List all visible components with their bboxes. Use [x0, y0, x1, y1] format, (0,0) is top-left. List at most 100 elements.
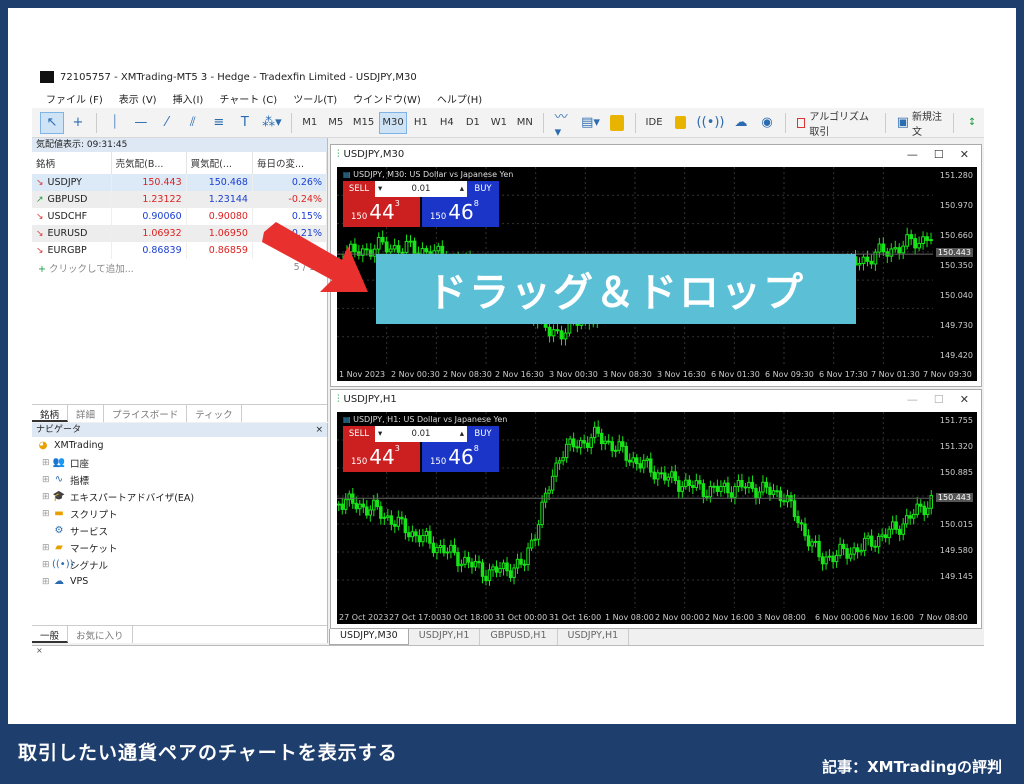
xm-logo-icon: ◕ — [38, 440, 48, 451]
channel-icon[interactable]: ⫽ — [181, 112, 205, 134]
text-icon[interactable]: T — [233, 112, 257, 134]
tab-details[interactable]: 詳細 — [68, 405, 105, 422]
down-arrow-icon: ↘ — [36, 229, 44, 239]
chart-tab-gbpusd-h1[interactable]: GBPUSD,H1 — [480, 629, 558, 645]
tf-h1[interactable]: H1 — [409, 112, 433, 134]
signal-icon[interactable]: ((•)) — [694, 112, 727, 134]
navigator-tabs: 一般 お気に入り — [32, 625, 327, 643]
up-arrow-icon: ↗ — [36, 195, 44, 205]
tf-h4[interactable]: H4 — [435, 112, 459, 134]
tf-d1[interactable]: D1 — [461, 112, 485, 134]
tab-general[interactable]: 一般 — [32, 626, 69, 643]
lock-icon[interactable] — [668, 112, 692, 134]
algo-trading-button[interactable]: アルゴリズム取引 — [792, 112, 879, 138]
nav-item-scripts[interactable]: ⊞ ▬ スクリプト — [32, 505, 327, 522]
menu-file[interactable]: ファイル (F) — [38, 91, 111, 106]
shapes-icon[interactable]: ⁂▾ — [259, 112, 285, 134]
tf-m30[interactable]: M30 — [379, 111, 407, 134]
trendline-icon[interactable]: ⁄ — [155, 112, 179, 134]
market-bag-icon: ▰ — [55, 542, 63, 553]
tab-symbols[interactable]: 銘柄 — [32, 405, 69, 422]
price-scale: 151.755 151.320 150.885 150.443 150.015 … — [935, 416, 973, 581]
vertical-line-icon[interactable]: ⏐ — [103, 112, 127, 134]
lot-size-input[interactable]: ▾ 0.01 ▴ — [375, 181, 467, 197]
sell-button[interactable]: SELL — [343, 181, 375, 197]
minimize-icon[interactable]: — — [907, 393, 918, 406]
dollar-icon[interactable] — [605, 112, 629, 134]
depth-icon[interactable]: ↕ — [960, 112, 984, 134]
new-order-button[interactable]: ▣ 新規注文 — [892, 112, 947, 138]
tab-ticks[interactable]: ティック — [187, 405, 242, 422]
menu-window[interactable]: ウインドウ(W) — [345, 91, 429, 106]
nav-item-signals[interactable]: ⊞ ((•)) シグナル — [32, 556, 327, 573]
tf-w1[interactable]: W1 — [487, 112, 511, 134]
nav-item-vps[interactable]: ⊞ ☁ VPS — [32, 573, 327, 590]
chart-window-title-bar: ⫶ USDJPY,H1 — ☐ ✕ — [331, 390, 981, 408]
toolbox-strip: × — [32, 645, 984, 658]
nav-item-market[interactable]: ⊞ ▰ マーケット — [32, 539, 327, 556]
sell-button[interactable]: SELL — [343, 426, 375, 442]
nav-item-services[interactable]: ⚙ サービス — [32, 522, 327, 539]
menu-insert[interactable]: 挿入(I) — [165, 91, 212, 106]
price-chart-h1[interactable]: ▤ USDJPY, H1: US Dollar vs Japanese Yen … — [337, 412, 977, 624]
chart-tabs: USDJPY,M30 USDJPY,H1 GBPUSD,H1 USDJPY,H1 — [329, 629, 984, 645]
menu-chart[interactable]: チャート (C) — [211, 91, 285, 106]
sell-price[interactable]: 150 44 3 — [343, 442, 420, 472]
tab-priceboard[interactable]: プライスボード — [104, 405, 188, 422]
buy-button[interactable]: BUY — [467, 181, 499, 197]
chart-tab-usdjpy-m30[interactable]: USDJPY,M30 — [329, 629, 409, 645]
cursor-icon[interactable]: ↖ — [40, 111, 64, 134]
mt5-logo-icon — [40, 71, 54, 83]
chart-icon: ⫶ — [337, 393, 340, 405]
buy-button[interactable]: BUY — [467, 426, 499, 442]
nav-item-experts[interactable]: ⊞ 🎓 エキスパートアドバイザ(EA) — [32, 488, 327, 505]
crosshair-icon[interactable]: + — [66, 112, 90, 134]
close-icon[interactable]: × — [36, 646, 43, 655]
one-click-trading-panel: SELL ▾ 0.01 ▴ BUY 150 44 3 150 46 8 — [343, 426, 499, 472]
tf-mn[interactable]: MN — [513, 112, 537, 134]
menu-help[interactable]: ヘルプ(H) — [429, 91, 490, 106]
close-icon[interactable]: × — [315, 423, 323, 437]
minimize-icon[interactable]: — — [907, 148, 918, 161]
ide-button[interactable]: IDE — [642, 112, 666, 134]
nav-root[interactable]: ◕ XMTrading — [32, 437, 327, 454]
buy-price[interactable]: 150 46 8 — [422, 197, 499, 227]
menu-tools[interactable]: ツール(T) — [285, 91, 345, 106]
table-row[interactable]: ↘ USDJPY 150.443 150.468 0.26% — [32, 174, 328, 191]
chart-tab-usdjpy-h1-2[interactable]: USDJPY,H1 — [558, 629, 630, 645]
chart-window-title-bar: ⫶ USDJPY,M30 — ☐ ✕ — [331, 145, 981, 163]
maximize-icon[interactable]: ☐ — [934, 393, 944, 406]
lot-size-input[interactable]: ▾ 0.01 ▴ — [375, 426, 467, 442]
table-row[interactable]: ↗ GBPUSD 1.23122 1.23144 -0.24% — [32, 191, 328, 208]
gear-icon: ⚙ — [54, 525, 64, 536]
chart-type-icon[interactable]: 〰▾ — [550, 110, 576, 140]
cloud-icon[interactable]: ☁ — [729, 112, 753, 134]
menu-view[interactable]: 表示 (V) — [111, 91, 165, 106]
down-arrow-icon: ↘ — [36, 212, 44, 222]
navigator-header: ナビゲータ × — [32, 423, 327, 437]
col-symbol[interactable]: 銘柄 — [32, 152, 112, 174]
nav-item-indicators[interactable]: ⊞ ∿ 指標 — [32, 471, 327, 488]
tf-m1[interactable]: M1 — [298, 112, 322, 134]
col-bid[interactable]: 売気配(B... — [111, 152, 187, 174]
close-icon[interactable]: ✕ — [960, 148, 969, 161]
close-icon[interactable]: ✕ — [960, 393, 969, 406]
chart-tab-usdjpy-h1[interactable]: USDJPY,H1 — [409, 629, 481, 645]
time-scale: 27 Oct 2023 27 Oct 17:00 30 Oct 18:00 31… — [339, 613, 968, 622]
col-ask[interactable]: 買気配(... — [186, 152, 253, 174]
col-change[interactable]: 毎日の変... — [252, 152, 328, 174]
signal-icon: ((•)) — [52, 559, 74, 570]
buy-price[interactable]: 150 46 8 — [422, 442, 499, 472]
nav-item-accounts[interactable]: ⊞ 👥 口座 — [32, 454, 327, 471]
fibonacci-icon[interactable]: ≡ — [207, 112, 231, 134]
horizontal-line-icon[interactable]: — — [129, 112, 153, 134]
down-arrow-icon: ↘ — [36, 178, 44, 188]
toolbar: ↖ + ⏐ — ⁄ ⫽ ≡ T ⁂▾ M1 M5 M15 M30 H1 H4 D… — [32, 108, 984, 140]
maximize-icon[interactable]: ☐ — [934, 148, 944, 161]
tf-m15[interactable]: M15 — [350, 112, 378, 134]
tab-favorites[interactable]: お気に入り — [68, 626, 133, 643]
template-icon[interactable]: ▤▾ — [578, 112, 603, 134]
expert-icon: 🎓 — [52, 491, 66, 502]
vps-icon[interactable]: ◉ — [755, 112, 779, 134]
tf-m5[interactable]: M5 — [324, 112, 348, 134]
